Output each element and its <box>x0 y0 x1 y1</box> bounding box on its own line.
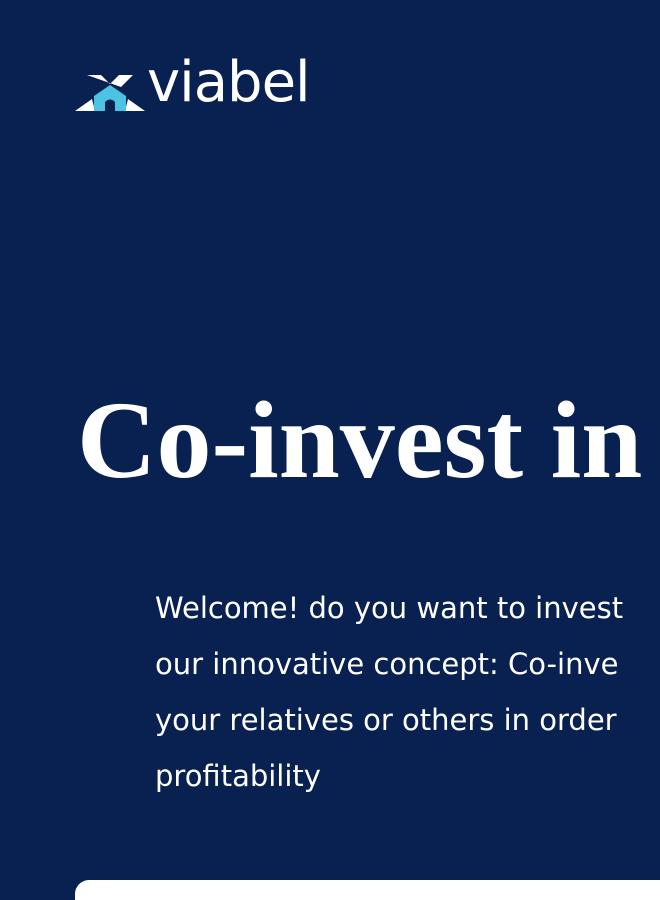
hero-intro-text: Welcome! do you want to invest our innov… <box>155 580 660 804</box>
hero-title: Co-invest in <box>77 379 643 501</box>
intro-line: our innovative concept: Co-inve <box>155 647 619 681</box>
brand-logo-link[interactable]: viabel <box>75 50 311 115</box>
intro-line: your relatives or others in order <box>155 703 617 737</box>
house-logo-icon <box>75 75 145 111</box>
intro-line: profitability <box>155 759 321 793</box>
landing-page: viabel Co-invest in Welcome! do you want… <box>0 0 660 900</box>
intro-line: Welcome! do you want to invest <box>155 591 624 625</box>
brand-logo-text: viabel <box>147 50 311 115</box>
content-card <box>75 880 660 900</box>
